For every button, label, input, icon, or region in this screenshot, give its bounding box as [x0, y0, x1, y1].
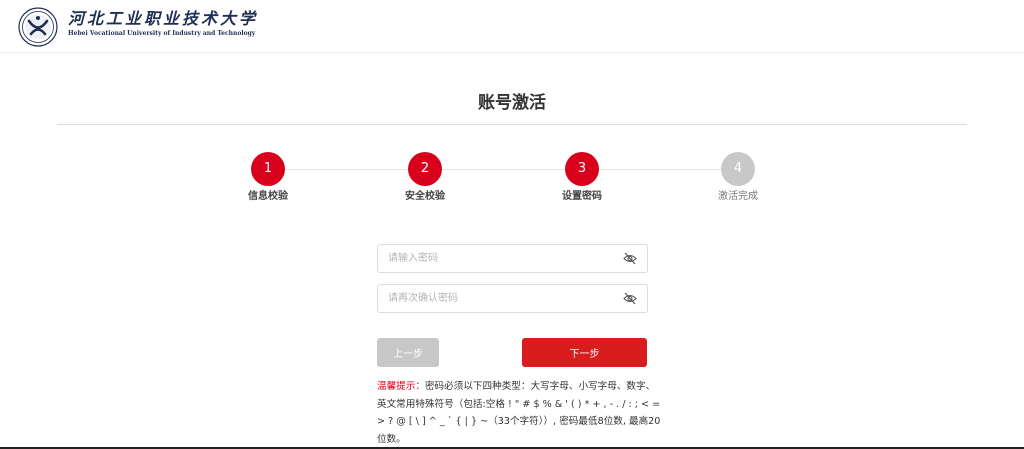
step-2-number: 2: [408, 152, 442, 186]
tip-label: 温馨提示：: [377, 381, 425, 392]
step-4-label: 激活完成: [718, 191, 758, 202]
step-3-label: 设置密码: [562, 191, 602, 202]
step-3: 3 设置密码: [542, 152, 622, 204]
step-1: 1 信息校验: [228, 152, 308, 204]
step-1-label: 信息校验: [248, 191, 288, 202]
university-seal-icon: [18, 7, 58, 47]
header: 河北工业职业技术大学 Hebei Vocational University o…: [0, 0, 1024, 53]
title-divider: [57, 124, 967, 125]
prev-step-button[interactable]: 上一步: [377, 338, 439, 367]
progress-steps: 1 信息校验 2 安全校验 3 设置密码 4 激活完成: [0, 152, 1024, 212]
password-field: [377, 244, 648, 273]
next-step-button[interactable]: 下一步: [522, 338, 647, 367]
step-4: 4 激活完成: [698, 152, 778, 204]
logo-chinese-name: 河北工业职业技术大学: [68, 9, 259, 28]
eye-off-icon[interactable]: [623, 292, 637, 305]
confirm-password-field: [377, 284, 648, 313]
password-tip: 温馨提示：密码必须以下四种类型：大写字母、小写字母、数字、英文常用特殊符号（包括…: [377, 378, 661, 448]
step-2: 2 安全校验: [385, 152, 465, 204]
confirm-password-input[interactable]: [388, 285, 608, 312]
step-2-label: 安全校验: [405, 191, 445, 202]
password-input[interactable]: [388, 245, 608, 272]
step-3-number: 3: [565, 152, 599, 186]
step-4-number: 4: [721, 152, 755, 186]
step-1-number: 1: [251, 152, 285, 186]
eye-off-icon[interactable]: [623, 252, 637, 265]
logo-english-name: Hebei Vocational University of Industry …: [68, 30, 256, 37]
page-title: 账号激活: [478, 93, 546, 113]
